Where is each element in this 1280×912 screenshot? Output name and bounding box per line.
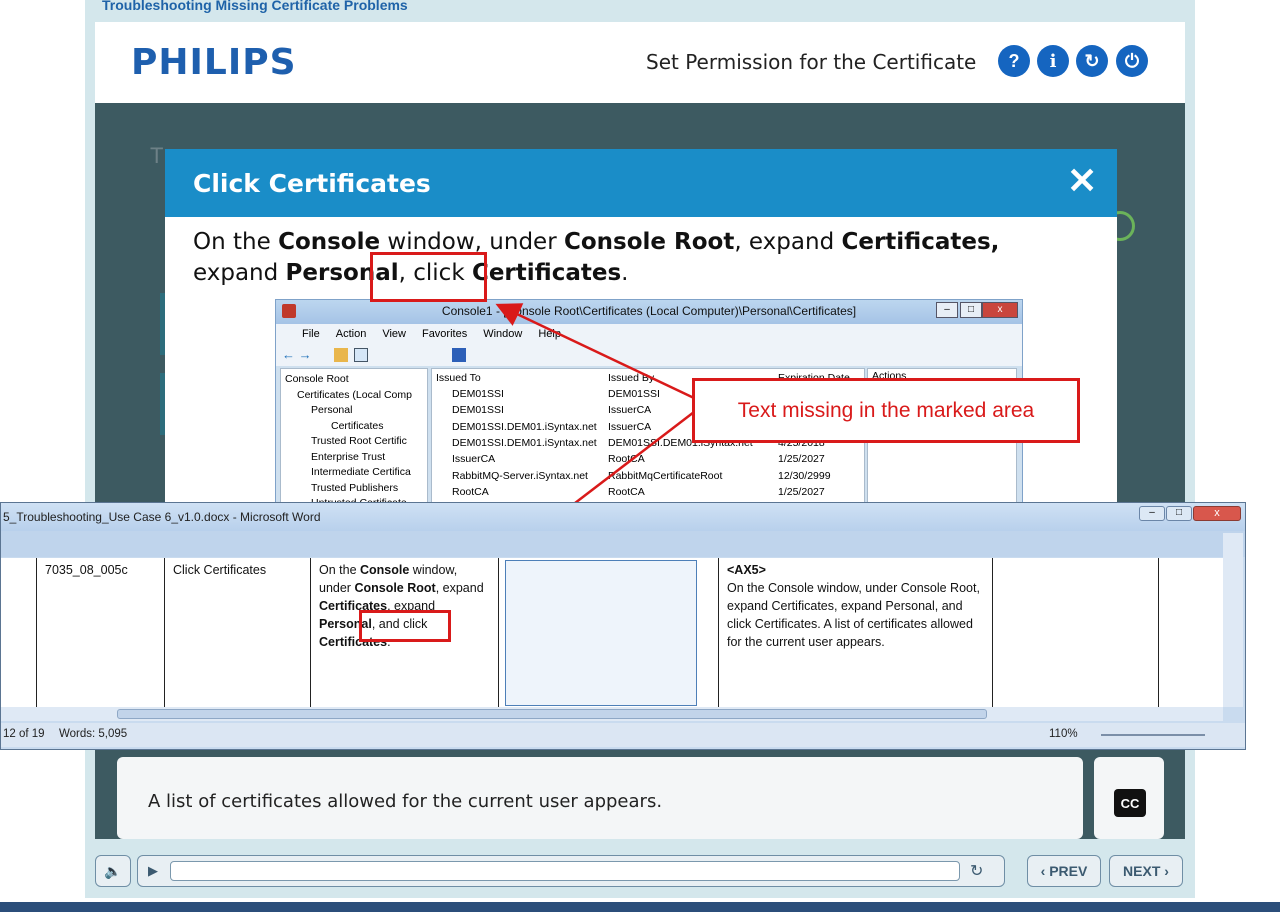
horizontal-scrollbar[interactable] [1,707,1223,721]
windows-taskbar [0,902,1280,912]
seek-bar[interactable]: ▶ ↻ [137,855,1005,887]
callout-text: Text missing in the marked area [737,398,1035,422]
next-button[interactable]: NEXT › [1109,855,1183,887]
table-cell-audio: <AX5> On the Console window, under Consol… [718,558,992,708]
missing-text-marker [359,610,451,642]
scrollbar-thumb[interactable] [117,709,987,719]
word-count[interactable]: Words: 5,095 [59,723,127,745]
prev-button[interactable]: ‹ PREV [1027,855,1101,887]
table-cell-empty [992,558,1158,708]
zoom-level[interactable]: 110% [1049,723,1078,745]
page-count: 12 of 19 [3,728,45,740]
maximize-icon[interactable]: □ [1166,506,1192,521]
minimize-icon[interactable]: – [1139,506,1165,521]
word-window: 5_Troubleshooting_Use Case 6_v1.0.docx -… [0,502,1246,750]
table-cell-name: Click Certificates [164,558,310,708]
zoom-slider[interactable] [1101,734,1205,736]
closed-captions-button[interactable]: CC [1114,789,1146,817]
reload-icon[interactable]: ↻ [970,861,983,881]
volume-icon[interactable]: 🔈 [95,855,131,887]
word-titlebar: 5_Troubleshooting_Use Case 6_v1.0.docx -… [1,503,1245,531]
transcript-text: A list of certificates allowed for the c… [148,791,663,812]
annotation-callout: Text missing in the marked area [692,378,1080,443]
word-ribbon [1,531,1245,557]
table-cell-id: 7035_08_005c [36,558,164,708]
screenshot-thumbnail [505,560,697,706]
progress-track[interactable] [170,861,960,881]
word-document-table[interactable]: 7035_08_005c Click Certificates On the C… [1,558,1223,708]
close-icon[interactable]: x [1193,506,1241,521]
table-cell-screenshot [498,558,718,708]
word-status-bar: 12 of 19 Words: 5,095 110% [1,723,1245,747]
player-controls: 🔈 ▶ ↻ ‹ PREV NEXT › [95,852,1185,892]
cc-panel: CC [1094,757,1164,839]
vertical-scrollbar[interactable] [1223,533,1243,707]
table-cell-empty [1158,558,1223,708]
arrow-to-modal [495,303,695,400]
play-icon[interactable]: ▶ [148,863,158,879]
word-title: 5_Troubleshooting_Use Case 6_v1.0.docx -… [3,510,321,524]
transcript-panel: A list of certificates allowed for the c… [117,757,1083,839]
